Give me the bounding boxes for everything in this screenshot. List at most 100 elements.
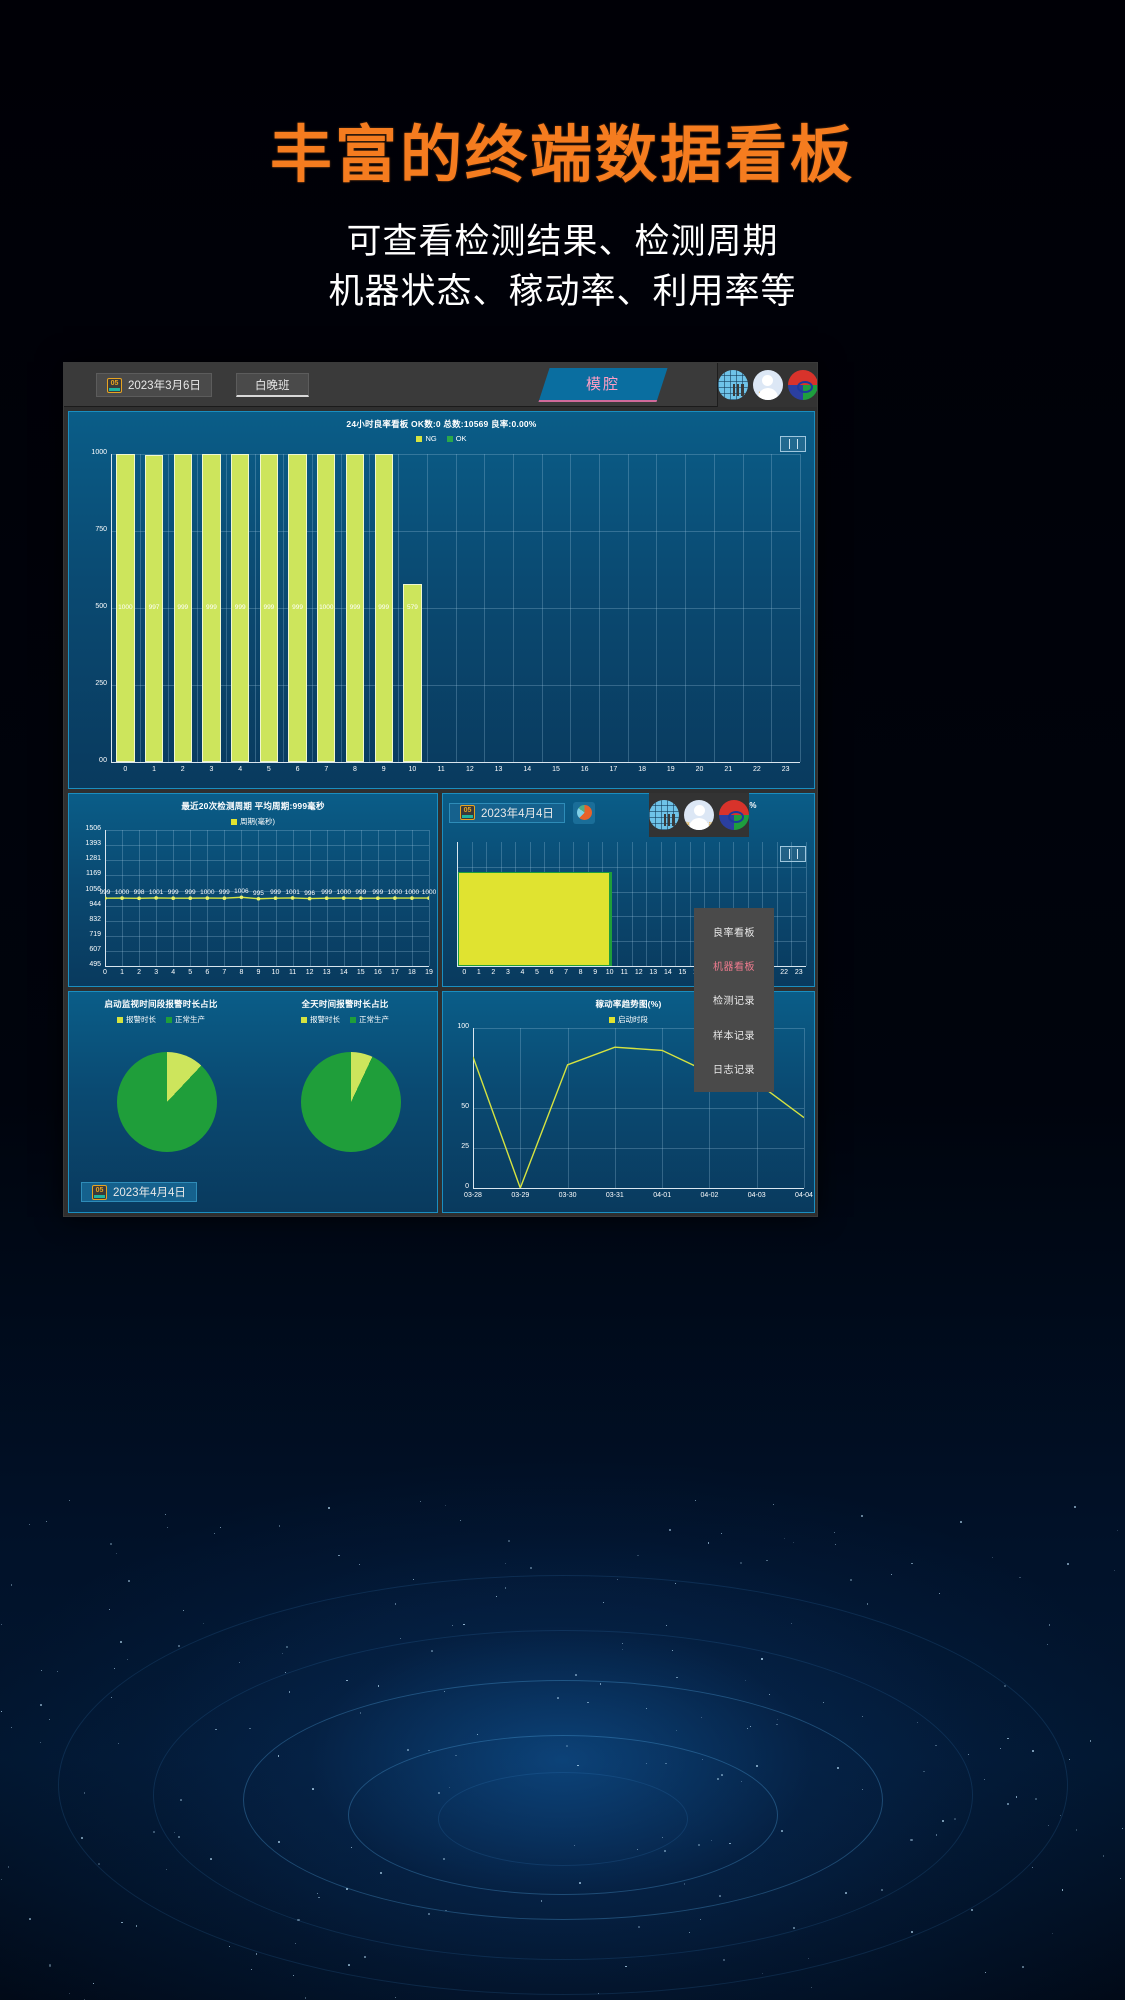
- x-axis-tick: 5: [530, 969, 545, 976]
- page-title: 丰富的终端数据看板: [0, 120, 1125, 191]
- star: [165, 1514, 167, 1516]
- star: [793, 1542, 795, 1544]
- date-picker-button[interactable]: 2023年3月6日: [96, 373, 212, 397]
- legend-swatch-utilization: [609, 1017, 615, 1023]
- legend-label-alarm-2: 报警时长: [310, 1015, 340, 1024]
- legend-label-utilization: 启动时段: [618, 1015, 648, 1024]
- gridline-vertical: [791, 842, 792, 966]
- globe-chart-icon[interactable]: [718, 370, 748, 400]
- panel-resize-grip[interactable]: [780, 436, 806, 452]
- star: [29, 1918, 31, 1920]
- star: [1019, 1577, 1020, 1578]
- legend-item-cycle[interactable]: 周期(毫秒): [231, 816, 275, 827]
- x-axis-tick: 13: [484, 766, 513, 773]
- gridline-vertical: [283, 454, 284, 762]
- legend-item-utilization[interactable]: 启动时段: [609, 1014, 648, 1025]
- star: [911, 1563, 913, 1565]
- star: [508, 1540, 510, 1542]
- pie-titles-row: 启动监视时间段报警时长占比 报警时长 正常生产 全天时间报警时长占比 报警时长 …: [69, 992, 437, 1025]
- gridline-vertical: [570, 454, 571, 762]
- star: [395, 1997, 396, 1998]
- legend-item-ok[interactable]: OK: [447, 434, 467, 443]
- star: [40, 1742, 41, 1743]
- x-axis-tick: 6: [283, 766, 312, 773]
- legend-label-ng: NG: [425, 434, 436, 443]
- gridline-vertical: [599, 454, 600, 762]
- star: [183, 1610, 184, 1611]
- x-axis-tick: 03-28: [455, 1192, 491, 1199]
- star: [766, 1560, 768, 1562]
- y-axis-tick: 1393: [73, 840, 101, 847]
- y-axis-tick: 607: [73, 946, 101, 953]
- star: [1120, 1878, 1121, 1879]
- x-axis-tick: 03-30: [550, 1192, 586, 1199]
- x-axis-tick: 8: [573, 969, 588, 976]
- gridline-vertical: [690, 842, 691, 966]
- legend-item-normal-1[interactable]: 正常生产: [166, 1014, 205, 1025]
- x-axis-tick: 16: [570, 766, 599, 773]
- machine-date-picker-button[interactable]: 2023年4月4日: [449, 803, 565, 823]
- x-axis-tick: 4: [167, 969, 179, 976]
- legend-item-alarm-2[interactable]: 报警时长: [301, 1014, 340, 1025]
- legend-item-normal-2[interactable]: 正常生产: [350, 1014, 389, 1025]
- chart-legend-alarm-monitor: 报警时长 正常生产: [69, 1014, 253, 1025]
- x-axis: [473, 1188, 804, 1189]
- shift-selector-button[interactable]: 白晚班: [236, 373, 309, 397]
- x-axis-tick: 23: [771, 766, 800, 773]
- chart-title-alarm-monitor: 启动监视时间段报警时长占比: [69, 992, 253, 1010]
- x-axis: [111, 762, 800, 763]
- x-axis-tick: 7: [218, 969, 230, 976]
- y-axis-tick: 1169: [73, 870, 101, 877]
- legend-swatch-ng: [416, 436, 422, 442]
- plot-area-yield-24h: 0250500750100001234567891011121314151617…: [111, 454, 800, 762]
- legend-item-ng[interactable]: NG: [416, 434, 436, 443]
- avatar-caption: 高级管理员: [684, 820, 714, 829]
- star: [1052, 1933, 1053, 1934]
- plot-area-cycle: 4956077198329441056116912811393150601234…: [105, 830, 429, 966]
- x-axis-tick: 22: [777, 969, 792, 976]
- pie-date-label: 2023年4月4日: [113, 1184, 186, 1200]
- menu-item-machine-board[interactable]: 机器看板: [694, 958, 774, 973]
- star: [1, 1624, 2, 1625]
- gridline-vertical: [429, 830, 430, 966]
- x-axis-tick: 8: [235, 969, 247, 976]
- x-axis-tick: 7: [559, 969, 574, 976]
- pie-thumb-icon[interactable]: [573, 802, 595, 824]
- x-axis-tick: 6: [544, 969, 559, 976]
- menu-item-yield-board[interactable]: 良率看板: [694, 924, 774, 939]
- x-axis-tick: 11: [617, 969, 632, 976]
- avatar[interactable]: 高级管理员: [684, 800, 714, 830]
- bar-value-label: 999: [288, 604, 306, 611]
- x-axis-tick: 7: [312, 766, 341, 773]
- x-axis-tick: 11: [287, 969, 299, 976]
- brand-logo-icon: [788, 370, 818, 400]
- gridline-vertical: [632, 842, 633, 966]
- menu-item-system-log[interactable]: 日志记录: [694, 1061, 774, 1076]
- chart-legend-cycle: 周期(毫秒): [69, 816, 437, 827]
- tab-mold-cavity[interactable]: 模腔: [538, 368, 667, 402]
- x-axis-tick: 3: [150, 969, 162, 976]
- star: [49, 1964, 51, 1966]
- menu-item-inspection-log[interactable]: 检测记录: [694, 992, 774, 1007]
- x-axis-tick: 5: [255, 766, 284, 773]
- star: [41, 1670, 42, 1671]
- star: [8, 1866, 9, 1867]
- data-point-label: 1000: [419, 889, 438, 896]
- avatar[interactable]: 管理员: [753, 370, 783, 400]
- chart-title-cycle: 最近20次检测周期 平均周期:999毫秒: [69, 794, 437, 812]
- pie-date-picker-button[interactable]: 2023年4月4日: [81, 1182, 197, 1202]
- star: [69, 1500, 70, 1501]
- legend-item-alarm-1[interactable]: 报警时长: [117, 1014, 156, 1025]
- legend-swatch-normal: [350, 1017, 356, 1023]
- star: [460, 1520, 461, 1521]
- gridline-vertical: [617, 842, 618, 966]
- y-axis-tick: 832: [73, 916, 101, 923]
- star: [505, 1563, 506, 1564]
- star: [110, 1543, 111, 1544]
- globe-chart-icon[interactable]: [649, 800, 679, 830]
- menu-item-sample-log[interactable]: 样本记录: [694, 1027, 774, 1042]
- gridline-vertical: [656, 454, 657, 762]
- legend-label-normal-2: 正常生产: [359, 1015, 389, 1024]
- x-axis-tick: 17: [599, 766, 628, 773]
- star: [835, 1544, 836, 1545]
